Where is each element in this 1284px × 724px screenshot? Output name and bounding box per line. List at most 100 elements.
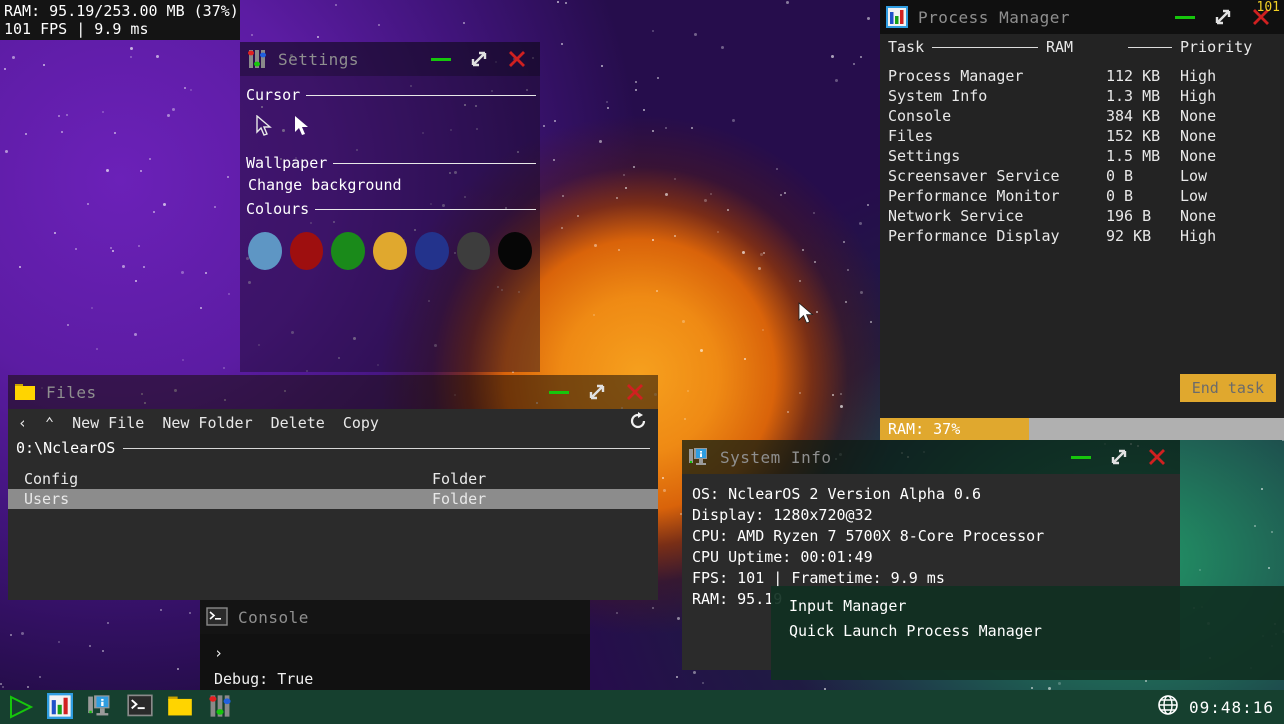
context-menu-item[interactable]: Quick Launch Process Manager — [781, 619, 1274, 644]
process-name: Screensaver Service — [888, 167, 1060, 185]
table-row[interactable]: System Info 1.3 MB High — [880, 86, 1284, 106]
list-item[interactable]: Config Folder — [8, 469, 658, 489]
files-window-controls[interactable] — [548, 381, 652, 403]
change-background-button[interactable]: Change background — [244, 174, 536, 196]
console-prompt[interactable]: › — [214, 640, 576, 666]
context-menu[interactable]: Input Manager Quick Launch Process Manage… — [771, 586, 1284, 680]
system-info-titlebar[interactable]: System Info — [682, 440, 1180, 474]
process-name: Files — [888, 127, 934, 145]
table-row[interactable]: Process Manager 112 KB High — [880, 66, 1284, 86]
settings-window[interactable]: Settings Cursor Wallpaper Change backgro… — [240, 42, 540, 372]
close-icon[interactable] — [1146, 446, 1168, 468]
taskbar-files[interactable] — [166, 693, 196, 721]
process-priority: Low — [1180, 167, 1208, 185]
globe-icon[interactable] — [1157, 694, 1179, 720]
minimize-icon[interactable] — [1070, 446, 1092, 468]
divider — [123, 447, 650, 449]
process-name: Performance Monitor — [888, 187, 1060, 205]
cursor-options[interactable] — [244, 106, 536, 150]
resize-icon[interactable] — [1212, 6, 1234, 28]
divider — [315, 208, 536, 210]
minimize-icon[interactable] — [1174, 6, 1196, 28]
refresh-icon[interactable] — [628, 411, 648, 435]
close-icon[interactable] — [506, 48, 528, 70]
start-icon[interactable] — [6, 693, 36, 721]
settings-body: Cursor Wallpaper Change background Colou… — [240, 76, 540, 372]
files-window[interactable]: Files ‹ ⌃ New File New Folder Delete Cop… — [8, 375, 658, 600]
settings-section-cursor: Cursor — [244, 86, 536, 104]
resize-icon[interactable] — [586, 381, 608, 403]
colour-swatch[interactable] — [289, 232, 324, 270]
files-list[interactable]: Config Folder Users Folder — [8, 469, 658, 509]
colour-swatch[interactable] — [498, 232, 533, 270]
cursor-option-filled[interactable] — [294, 115, 310, 141]
process-priority: None — [1180, 207, 1217, 225]
new-file-button[interactable]: New File — [72, 414, 144, 432]
process-table-header: Task RAM Priority — [880, 34, 1284, 60]
taskbar-items[interactable] — [0, 693, 236, 721]
taskbar[interactable]: 09:48:16 — [0, 690, 1284, 724]
end-task-button[interactable]: End task — [1179, 374, 1276, 402]
back-button[interactable]: ‹ — [18, 414, 27, 432]
console-titlebar[interactable]: Console — [200, 600, 590, 634]
settings-titlebar[interactable]: Settings — [240, 42, 540, 76]
resize-icon[interactable] — [1108, 446, 1130, 468]
files-titlebar[interactable]: Files — [8, 375, 658, 409]
process-name: Performance Display — [888, 227, 1060, 245]
list-item[interactable]: Users Folder — [8, 489, 658, 509]
colour-swatch[interactable] — [373, 232, 407, 270]
close-icon[interactable] — [624, 381, 646, 403]
context-menu-item[interactable]: Input Manager — [781, 594, 1274, 619]
system-info-window-controls[interactable] — [1070, 446, 1174, 468]
process-ram: 0 B — [1106, 167, 1134, 185]
new-folder-button[interactable]: New Folder — [162, 414, 252, 432]
settings-window-controls[interactable] — [430, 48, 534, 70]
files-toolbar[interactable]: ‹ ⌃ New File New Folder Delete Copy — [8, 409, 658, 437]
resize-icon[interactable] — [468, 48, 490, 70]
process-manager-window[interactable]: Process Manager Task RAM Priority Proces… — [880, 0, 1284, 440]
table-row[interactable]: Screensaver Service 0 B Low — [880, 166, 1284, 186]
process-ram: 152 KB — [1106, 127, 1161, 145]
cursor-option-outline[interactable] — [256, 114, 272, 141]
files-title: Files — [46, 382, 97, 402]
process-name: Process Manager — [888, 67, 1024, 85]
process-priority: High — [1180, 87, 1217, 105]
taskbar-system-info[interactable] — [86, 693, 116, 721]
settings-section-colours: Colours — [244, 200, 536, 218]
colour-swatch-list[interactable] — [244, 220, 536, 270]
column-header-ram: RAM — [1046, 38, 1074, 56]
copy-button[interactable]: Copy — [343, 414, 379, 432]
table-row[interactable]: Console 384 KB None — [880, 106, 1284, 126]
process-ram: 196 B — [1106, 207, 1152, 225]
colour-swatch[interactable] — [331, 232, 366, 270]
process-manager-body: Task RAM Priority Process Manager 112 KB H… — [880, 34, 1284, 440]
up-button[interactable]: ⌃ — [45, 414, 54, 432]
process-name: System Info — [888, 87, 988, 105]
file-name: Config — [24, 470, 79, 488]
file-type: Folder — [432, 490, 487, 508]
table-row[interactable]: Settings 1.5 MB None — [880, 146, 1284, 166]
table-row[interactable]: Files 152 KB None — [880, 126, 1284, 146]
colour-swatch[interactable] — [456, 232, 491, 270]
table-row[interactable]: Performance Display 92 KB High — [880, 226, 1284, 246]
taskbar-process-manager[interactable] — [46, 693, 76, 721]
column-header-task: Task — [888, 38, 925, 56]
table-row[interactable]: Performance Monitor 0 B Low — [880, 186, 1284, 206]
colour-swatch[interactable] — [414, 232, 449, 270]
colour-swatch[interactable] — [248, 232, 282, 270]
taskbar-console[interactable] — [126, 693, 156, 721]
process-manager-titlebar[interactable]: Process Manager — [880, 0, 1284, 34]
taskbar-tray[interactable]: 09:48:16 — [1157, 694, 1284, 720]
process-priority: Low — [1180, 187, 1208, 205]
files-body: ‹ ⌃ New File New Folder Delete Copy 0:\N… — [8, 409, 658, 600]
taskbar-settings[interactable] — [206, 693, 236, 721]
table-row[interactable]: Network Service 196 B None — [880, 206, 1284, 226]
performance-overlay: RAM: 95.19/253.00 MB (37%) 101 FPS | 9.9… — [0, 0, 240, 40]
minimize-icon[interactable] — [430, 48, 452, 70]
file-name: Users — [24, 490, 70, 508]
process-ram: 1.5 MB — [1106, 147, 1161, 165]
system-info-line: OS: NclearOS 2 Version Alpha 0.6 — [692, 485, 981, 503]
delete-button[interactable]: Delete — [271, 414, 325, 432]
minimize-icon[interactable] — [548, 381, 570, 403]
process-table-rows: Process Manager 112 KB High System Info 1.3 … — [880, 60, 1284, 246]
